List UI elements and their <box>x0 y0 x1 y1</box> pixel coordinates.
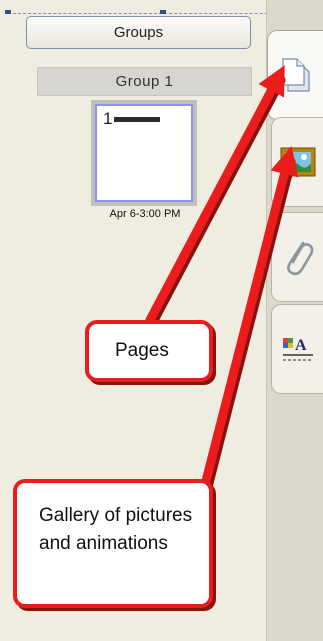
pages-callout: Pages <box>85 320 213 382</box>
svg-text:A: A <box>295 337 307 354</box>
gallery-callout-text: Gallery of pictures and animations <box>39 505 193 554</box>
tab-properties[interactable]: A <box>271 304 323 394</box>
groups-button[interactable]: Groups <box>26 16 251 49</box>
fill-text-icon: A <box>281 334 315 364</box>
page-thumbnail-number: 1 <box>103 109 113 128</box>
picture-icon <box>280 147 316 177</box>
page-thumbnail-canvas: 1 <box>95 104 193 202</box>
page-thumbnail-caption: Apr 6-3:00 PM <box>109 208 181 220</box>
pages-callout-text: Pages <box>115 340 169 361</box>
page-icon <box>279 55 313 95</box>
tab-gallery[interactable] <box>271 117 323 207</box>
tab-attachments[interactable] <box>271 212 323 302</box>
group-header[interactable]: Group 1 <box>37 67 252 96</box>
page-thumbnail[interactable]: 1 <box>91 100 197 206</box>
gallery-callout: Gallery of pictures and animations <box>13 479 213 608</box>
sidebar-tab-strip: A <box>266 0 323 641</box>
page-thumbnail-content <box>114 117 160 122</box>
paperclip-icon <box>281 235 315 279</box>
tab-pages[interactable] <box>267 30 323 120</box>
